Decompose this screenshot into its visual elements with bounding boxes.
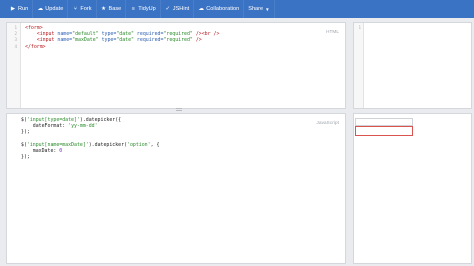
code-token: /><br />	[192, 31, 220, 38]
code-token: 'yy-mm-dd'	[68, 123, 98, 130]
css-pane[interactable]: 1	[353, 22, 472, 109]
jshint-button[interactable]: ✓ JSHint	[161, 0, 195, 18]
collaboration-icon: ☁	[198, 6, 204, 12]
share-label: Share	[248, 6, 264, 12]
js-pane[interactable]: $('input[type=date]').datepicker({ dateF…	[6, 113, 346, 264]
code-token: maxDate:	[21, 147, 60, 154]
code-token: "required"	[163, 31, 193, 38]
caret-down-icon: ▼	[265, 6, 270, 12]
code-token: 'option'	[127, 141, 151, 148]
code-token: 0	[59, 147, 63, 154]
code-token: />	[192, 37, 202, 44]
html-gutter: 1234	[7, 23, 21, 108]
code-token: ).datepicker(	[88, 141, 128, 148]
maxdate-date-input[interactable]	[355, 126, 413, 136]
css-line-number: 1	[358, 25, 361, 30]
column-resizer[interactable]	[348, 22, 351, 262]
code-token: type=	[98, 31, 117, 38]
check-icon: ✓	[165, 6, 171, 12]
code-token: name=	[57, 31, 73, 38]
collaboration-label: Collaboration	[206, 6, 240, 12]
code-token: <input	[36, 37, 58, 44]
top-toolbar: ▶ Run ☁ Update ⑂ Fork ★ Base ≡ TidyUp ✓ …	[0, 0, 474, 18]
code-token: type=	[98, 37, 117, 44]
code-line[interactable]: </form>	[25, 44, 345, 50]
code-token: name=	[57, 37, 73, 44]
code-token: , {	[150, 141, 160, 148]
css-gutter: 1	[354, 23, 364, 108]
line-number: 4	[14, 43, 17, 49]
star-icon: ★	[101, 6, 106, 12]
code-token: 'input[type=date]'	[26, 117, 80, 123]
code-token: "required"	[163, 37, 193, 44]
base-label: Base	[108, 6, 122, 12]
fork-icon: ⑂	[73, 6, 77, 12]
code-line[interactable]: });	[21, 154, 345, 160]
run-label: Run	[18, 6, 29, 12]
tidyup-label: TidyUp	[138, 6, 156, 12]
play-icon: ▶	[10, 6, 16, 12]
run-button[interactable]: ▶ Run	[6, 0, 34, 18]
tidy-icon: ≡	[131, 6, 135, 12]
fork-label: Fork	[80, 6, 92, 12]
js-code[interactable]: $('input[type=date]').datepicker({ dateF…	[21, 117, 345, 160]
jshint-label: JSHint	[172, 6, 190, 12]
html-pane-label: HTML	[326, 29, 339, 34]
code-token: "date"	[116, 31, 134, 38]
code-token: <input	[36, 31, 58, 38]
code-token: </form>	[25, 43, 46, 50]
base-button[interactable]: ★ Base	[97, 0, 127, 18]
code-token: });	[21, 154, 30, 161]
html-pane[interactable]: 1234 <form> <input name="default" type="…	[6, 22, 346, 109]
code-token: 'input[name=maxDate]'	[26, 141, 89, 148]
share-button[interactable]: Share ▼	[244, 0, 275, 18]
default-date-input[interactable]	[355, 118, 413, 126]
cloud-upload-icon: ☁	[37, 6, 43, 12]
js-editor[interactable]: $('input[type=date]').datepicker({ dateF…	[7, 114, 345, 263]
code-token: "date"	[116, 37, 134, 44]
code-token: });	[21, 129, 30, 136]
fork-button[interactable]: ⑂ Fork	[68, 0, 97, 18]
collaboration-button[interactable]: ☁ Collaboration	[194, 0, 245, 18]
html-code[interactable]: <form> <input name="default" type="date"…	[25, 25, 345, 50]
js-pane-label: JavaScript	[316, 120, 339, 125]
pane-resizer[interactable]	[176, 108, 182, 112]
code-token: <form>	[25, 25, 43, 31]
update-button[interactable]: ☁ Update	[33, 0, 69, 18]
code-token: required=	[133, 31, 164, 38]
code-token: required=	[133, 37, 164, 44]
tidyup-button[interactable]: ≡ TidyUp	[126, 0, 161, 18]
code-token: "default"	[72, 31, 99, 38]
html-editor[interactable]: 1234 <form> <input name="default" type="…	[7, 23, 345, 108]
code-token: dateFormat:	[21, 123, 69, 130]
code-token: ).datepicker({	[79, 117, 122, 123]
code-token: "maxDate"	[72, 37, 99, 44]
update-label: Update	[45, 6, 64, 12]
